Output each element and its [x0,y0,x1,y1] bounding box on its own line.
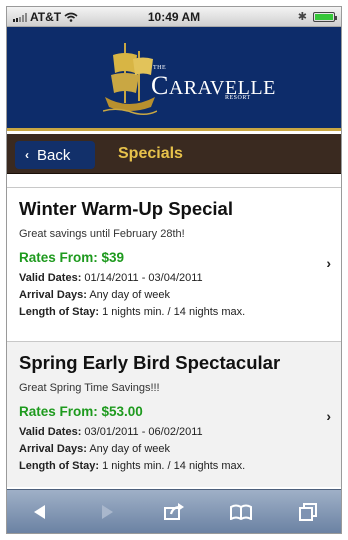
site-header: THE CARAVELLE RESORT [7,27,341,131]
logo-wordmark: THE CARAVELLE RESORT [151,65,276,101]
browser-toolbar [7,489,341,533]
caravelle-logo: THE CARAVELLE RESORT [102,41,275,117]
chevron-right-icon: › [326,408,331,424]
back-button-label: Back [37,146,71,164]
special-item[interactable]: Winter Warm-Up Special Great savings unt… [7,188,341,342]
specials-list: Winter Warm-Up Special Great savings unt… [7,187,341,487]
valid-dates: Valid Dates: 03/01/2011 - 06/02/2011 [19,426,203,438]
status-bar: AT&T 10:49 AM ✱ [7,7,341,27]
arrival-days: Arrival Days: Any day of week [19,443,171,455]
ship-logo-icon [102,43,158,115]
bookmarks-icon[interactable] [221,497,261,527]
chevron-left-icon: ‹ [25,148,29,162]
length-of-stay: Length of Stay: 1 nights min. / 14 night… [19,460,246,472]
status-right: ✱ [297,10,337,23]
special-title: Spring Early Bird Spectacular [19,352,281,373]
special-rate: Rates From: $53.00 [19,404,143,419]
status-time: 10:49 AM [147,10,201,24]
special-subtitle: Great savings until February 28th! [19,228,185,240]
back-arrow-icon[interactable] [20,497,60,527]
battery-icon [313,11,337,22]
valid-dates: Valid Dates: 01/14/2011 - 03/04/2011 [19,272,203,284]
nav-bar: ‹ Back Specials [7,134,341,174]
back-button[interactable]: ‹ Back [15,141,95,169]
share-icon[interactable] [154,497,194,527]
arrival-days: Arrival Days: Any day of week [19,289,171,301]
special-rate: Rates From: $39 [19,250,125,265]
special-item[interactable]: Spring Early Bird Spectacular Great Spri… [7,342,341,487]
length-of-stay: Length of Stay: 1 nights min. / 14 night… [19,306,246,318]
special-subtitle: Great Spring Time Savings!!! [19,382,160,394]
special-title: Winter Warm-Up Special [19,198,233,219]
forward-arrow-icon[interactable] [87,497,127,527]
bluetooth-icon: ✱ [297,11,307,23]
phone-screen: AT&T 10:49 AM ✱ THE CARAVELLE RESORT ‹ B… [6,6,342,534]
chevron-right-icon: › [326,255,331,271]
pages-icon[interactable] [288,497,328,527]
page-title: Specials [118,145,183,162]
